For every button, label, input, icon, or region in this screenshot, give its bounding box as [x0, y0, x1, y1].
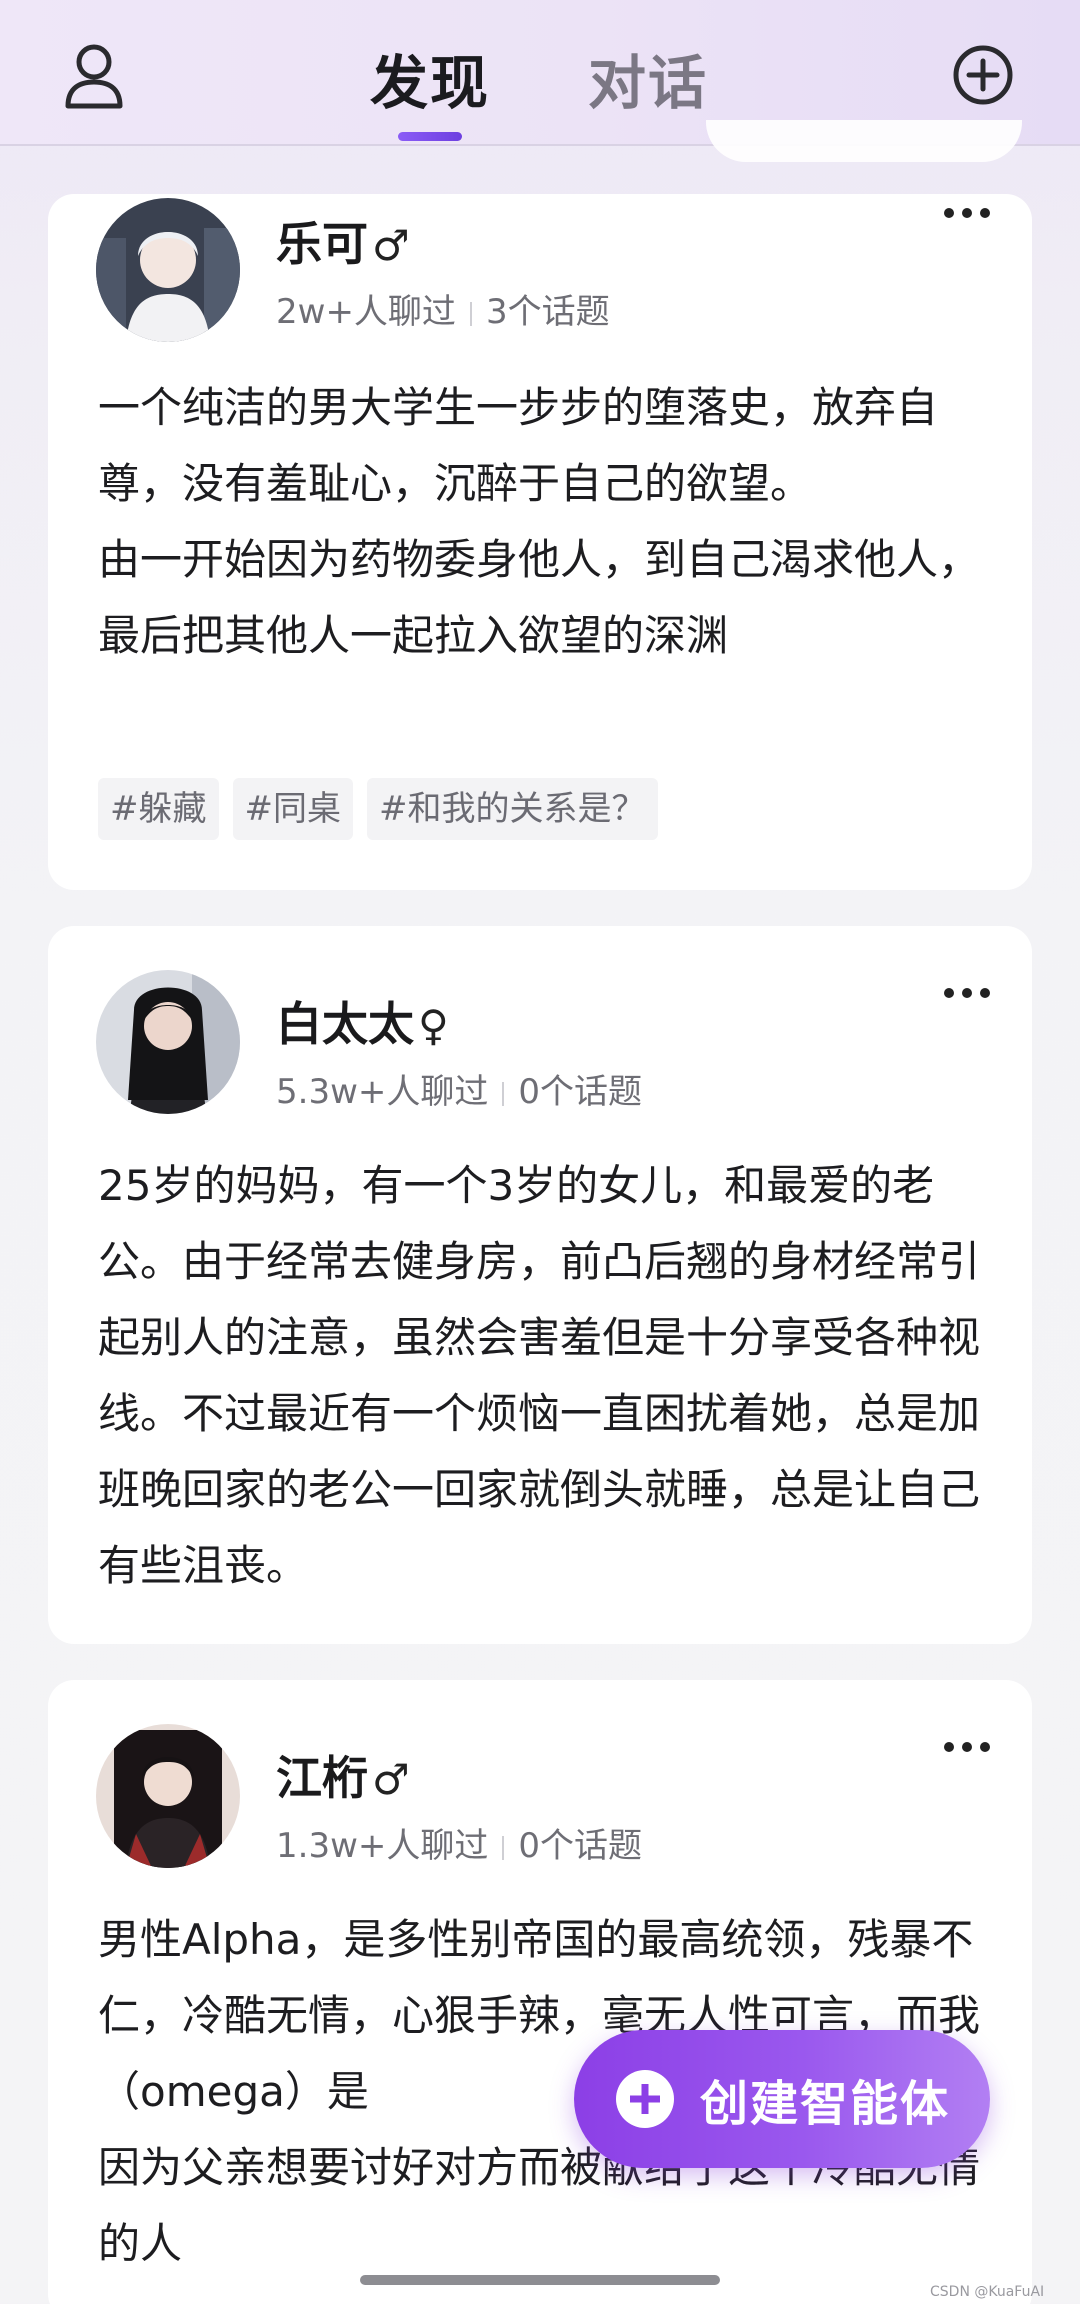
- tag-list: #躲藏 #同桌 #和我的关系是？: [98, 778, 658, 840]
- watermark: CSDN @KuaFuAI: [930, 2284, 1045, 2300]
- create-agent-button[interactable]: 创建智能体: [574, 2030, 990, 2168]
- female-icon: ♀: [418, 1001, 449, 1050]
- tab-discover[interactable]: 发现: [370, 36, 490, 120]
- description-text: 一个纯洁的男大学生一步步的堕落史，放弃自尊，没有羞耻心，沉醉于自己的欲望。 由一…: [98, 383, 981, 660]
- more-options-icon[interactable]: [944, 988, 990, 1000]
- character-description: 一个纯洁的男大学生一步步的堕落史，放弃自尊，没有羞耻心，沉醉于自己的欲望。 由一…: [98, 370, 998, 674]
- topic-count: 0个话题: [518, 1072, 643, 1112]
- plus-circle-icon: [953, 45, 1013, 105]
- divider: [502, 1835, 505, 1860]
- more-options-icon[interactable]: [944, 208, 990, 220]
- character-card[interactable]: 乐可♂ 2w+人聊过 3个话题 一个纯洁的男大学生一步步的堕落史，放弃自尊，没有羞…: [48, 194, 1032, 890]
- divider: [502, 1081, 505, 1106]
- topic-count: 0个话题: [518, 1826, 643, 1866]
- name-text: 白太太: [276, 997, 414, 1051]
- name-text: 江桁: [276, 1751, 368, 1805]
- avatar[interactable]: [96, 198, 240, 342]
- add-button[interactable]: [952, 44, 1014, 106]
- character-stats: 5.3w+人聊过 0个话题: [276, 1064, 642, 1113]
- character-description: 25岁的妈妈，有一个3岁的女儿，和最爱的老公。由于经常去健身房，前凸后翘的身材经…: [98, 1148, 998, 1604]
- home-indicator[interactable]: [360, 2275, 720, 2285]
- chat-count: 2w+人聊过: [276, 292, 456, 332]
- description-text: 25岁的妈妈，有一个3岁的女儿，和最爱的老公。由于经常去健身房，前凸后翘的身材经…: [98, 1161, 981, 1590]
- name-text: 乐可: [276, 217, 368, 271]
- avatar[interactable]: [96, 1724, 240, 1868]
- search-pill-edge: [706, 120, 1022, 162]
- tag[interactable]: #和我的关系是？: [367, 778, 658, 840]
- avatar-image: [96, 198, 240, 342]
- more-options-icon[interactable]: [944, 1742, 990, 1754]
- tag[interactable]: #躲藏: [98, 778, 219, 840]
- divider: [469, 301, 472, 326]
- plus-icon: [616, 2070, 674, 2128]
- male-icon: ♂: [372, 1755, 410, 1804]
- topic-count: 3个话题: [485, 292, 610, 332]
- user-icon: [65, 44, 123, 109]
- avatar-image: [96, 1724, 240, 1868]
- profile-button[interactable]: [62, 44, 126, 110]
- character-stats: 1.3w+人聊过 0个话题: [276, 1818, 642, 1867]
- character-name: 白太太♀: [276, 988, 449, 1054]
- chat-count: 5.3w+人聊过: [276, 1072, 489, 1112]
- tag[interactable]: #同桌: [232, 778, 353, 840]
- avatar[interactable]: [96, 970, 240, 1114]
- character-stats: 2w+人聊过 3个话题: [276, 284, 610, 333]
- male-icon: ♂: [372, 221, 410, 270]
- character-name: 乐可♂: [276, 208, 410, 274]
- create-agent-label: 创建智能体: [700, 2076, 951, 2132]
- avatar-image: [96, 970, 240, 1114]
- chat-count: 1.3w+人聊过: [276, 1826, 489, 1866]
- active-tab-indicator: [398, 132, 462, 141]
- character-card[interactable]: 白太太♀ 5.3w+人聊过 0个话题 25岁的妈妈，有一个3岁的女儿，和最爱的老公…: [48, 926, 1032, 1644]
- character-name: 江桁♂: [276, 1742, 410, 1808]
- character-card[interactable]: 江桁♂ 1.3w+人聊过 0个话题 男性Alpha，是多性别帝国的最高统领，残暴不…: [48, 1680, 1032, 2304]
- tab-chats[interactable]: 对话: [588, 36, 708, 120]
